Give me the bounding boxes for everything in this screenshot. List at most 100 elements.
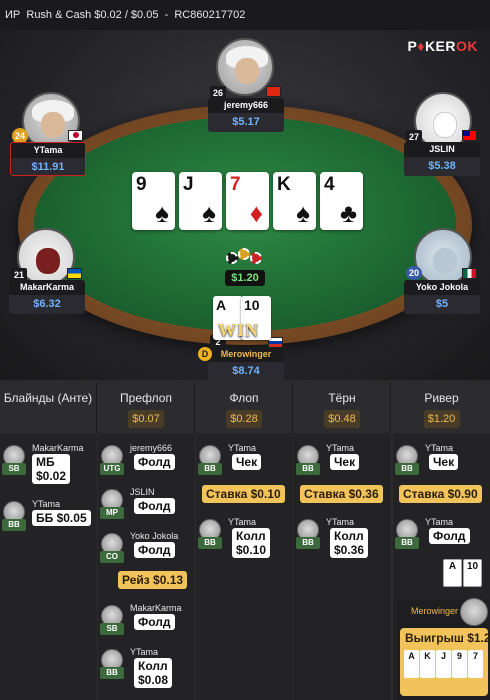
action-row: CO Yoko Jokola Фолд [98,527,195,575]
player-nameplate: Yoko Jokola $5 [404,280,480,314]
player-nameplate: jeremy666 $5.17 [208,98,284,132]
street-title: Ривер [424,391,459,405]
street-pot: $0.07 [128,410,164,428]
player-nameplate: MakarKarma $6.32 [9,280,85,314]
position-badge: BB [100,667,124,679]
title-bar: ИР Rush & Cash $0.02 / $0.05 - RC8602177… [0,0,490,30]
action-bubble: Фолд [429,528,470,544]
action-bubble: Чек [330,454,360,470]
player-name: YTama [130,647,159,657]
position-badge: BB [296,463,320,475]
action-bubble: Фолд [134,498,175,514]
street-pot: $0.28 [226,410,262,428]
player-name: MakarKarma [9,280,85,295]
player-name: YTama [228,443,257,453]
dealer-button-icon: D [198,347,212,361]
street-blinds: Блайнды (Анте) SB MakarKarma МБ $0.02 BB… [0,383,97,700]
bet-bubble: Ставка $0.36 [300,485,383,503]
street-title: Тёрн [328,391,356,405]
shown-hole-cards: A 10 [443,559,483,587]
hand-card: K [420,650,435,678]
winner-name: Merowinger [411,606,459,616]
position-badge: CO [100,551,124,563]
flag-jp-icon [68,130,83,141]
street-header: Блайнды (Анте) [0,383,96,433]
bet-bubble: Ставка $0.90 [399,485,482,503]
winnings-label: Выигрыш $1.20 [405,631,490,645]
street-pot: $0.48 [324,410,360,428]
player-stack: $6.32 [9,295,85,314]
player-name: Yoko Jokola [130,531,179,541]
win-label: WIN [218,320,260,340]
flag-mx-icon [462,268,477,279]
action-row: BB YTama Чек [393,439,490,487]
board-card: 7 ♦ [226,172,269,230]
action-row: SB MakarKarma Фолд [98,599,195,647]
player-name: jeremy666 [208,98,284,113]
board-card: K ♠ [273,172,316,230]
player-name: JSLIN [130,487,155,497]
action-row: BB YTama Колл $0.10 [196,513,293,561]
action-bubble: Фолд [134,454,175,470]
player-stack: $5.38 [404,157,480,176]
action-bubble: Чек [232,454,262,470]
action-row: SB MakarKarma МБ $0.02 [0,439,97,487]
flag-tw-icon [462,130,477,141]
position-badge: UTG [100,463,124,475]
action-row: UTG jeremy666 Фолд [98,439,195,487]
bet-bubble: Ставка $0.10 [202,485,285,503]
flag-ua-icon [67,268,82,279]
player-name: YTama [425,517,454,527]
player-nameplate: YTama $11.91 [10,142,86,176]
player-stack: $5 [404,295,480,314]
player-name: Merowinger [208,347,284,362]
action-bubble: Чек [429,454,459,470]
action-bubble: Колл $0.36 [330,528,369,558]
action-bubble: МБ $0.02 [32,454,71,484]
action-row: BB YTama Чек [196,439,293,487]
position-badge: BB [395,537,419,549]
raise-bubble: Рейз $0.13 [118,571,188,589]
action-row: BB YTama ББ $0.05 [0,495,97,543]
player-name: YTama [326,443,355,453]
street-title: Флоп [229,391,259,405]
hand-card: J [436,650,451,678]
action-row: BB YTama Колл $0.08 [98,643,195,691]
position-badge: SB [2,463,26,475]
player-stack: $5.17 [208,113,284,132]
position-badge: BB [198,463,222,475]
pokerok-logo: P♦KEROK [407,38,478,54]
action-bubble: Колл $0.08 [134,658,173,688]
street-pot: $1.20 [423,410,460,428]
pot-chips-icon [224,248,266,268]
action-row: BB YTama Чек [294,439,391,487]
player-name: MakarKarma [32,443,84,453]
player-name: YTama [326,517,355,527]
player-name: jeremy666 [130,443,173,453]
position-badge: BB [198,537,222,549]
board-card: 9 ♠ [132,172,175,230]
action-row: BB YTama Фолд [393,513,490,561]
player-name: YTama [425,443,454,453]
player-nameplate: Merowinger $8.74 [208,347,284,381]
game-type: ИР [5,9,21,21]
board-card: 4 ♣ [320,172,363,230]
player-name: MakarKarma [130,603,182,613]
action-bubble: Колл $0.10 [232,528,271,558]
table-title: Rush & Cash $0.02 / $0.05 [26,9,159,21]
action-row: MP JSLIN Фолд [98,483,195,531]
street-title: Префлоп [120,391,172,405]
street-preflop: Префлоп $0.07 UTG jeremy666 Фолд MP JSLI… [98,383,195,700]
action-bubble: Фолд [134,614,175,630]
position-badge: MP [100,507,124,519]
street-header: Флоп $0.28 [196,383,292,433]
street-header: Ривер $1.20 [393,383,490,433]
winner-panel: Merowinger Выигрыш $1.20 A K J 9 7 [397,598,490,700]
community-cards: 9 ♠ J ♠ 7 ♦ K ♠ 4 ♣ [132,172,363,230]
street-title: Блайнды (Анте) [3,391,93,405]
street-flop: Флоп $0.28 BB YTama Чек Ставка $0.10 BB … [196,383,293,700]
player-name: YTama [11,143,85,158]
player-stack: $11.91 [11,158,85,175]
player-name: Yoko Jokola [404,280,480,295]
street-turn: Тёрн $0.48 BB YTama Чек Ставка $0.36 BB … [294,383,391,700]
